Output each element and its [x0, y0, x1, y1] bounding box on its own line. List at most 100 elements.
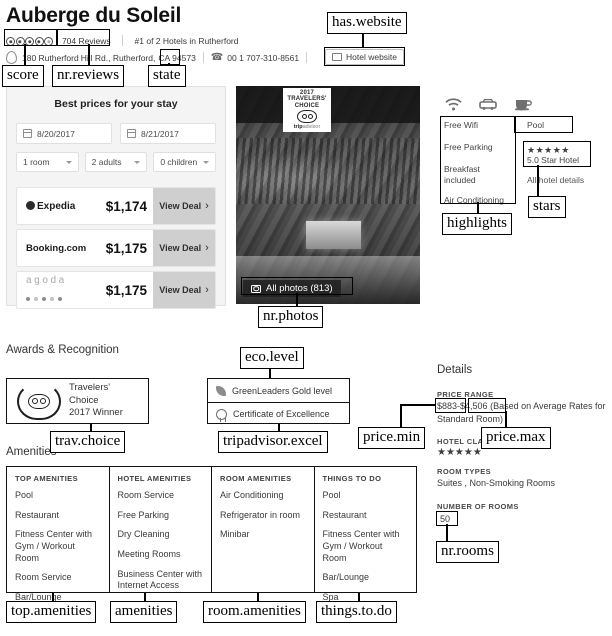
hotel-photo[interactable]: 2017 TRAVELERS' CHOICE tripadvisor All p… [236, 86, 420, 304]
award-line2: 2017 Winner [69, 407, 123, 419]
column-header: ROOM AMENITIES [220, 474, 292, 483]
tripadvisor-wordmark: tripadvisor [294, 124, 321, 130]
amenity-item: Pool [15, 490, 34, 500]
chevron-down-icon [65, 160, 72, 164]
annotation-eco-level: eco.level [240, 347, 304, 369]
rooms-select[interactable]: 1 room [16, 152, 79, 172]
divider [306, 52, 308, 63]
award-text: Travelers' Choice 2017 Winner [69, 382, 138, 420]
phone-icon: ☎ [210, 52, 224, 63]
amenity-item: Pool [322, 490, 341, 500]
expedia-logo: Expedia [26, 200, 75, 212]
highlight-box-score [4, 29, 58, 46]
greenleaders-row[interactable]: GreenLeaders Gold level [208, 379, 349, 402]
deal-price: $1,174 [105, 198, 147, 214]
photo-building [305, 221, 362, 250]
column-header: HOTEL AMENITIES [117, 474, 192, 483]
date-fields: 8/20/2017 8/21/2017 [7, 123, 225, 144]
deal-row-agoda[interactable]: agoda $1,175 View Deal › [16, 271, 216, 309]
adults-select[interactable]: 2 adults [84, 152, 148, 172]
amenities-column-things: THINGS TO DO Pool Restaurant Fitness Cen… [313, 467, 417, 602]
leaf-icon [216, 385, 226, 396]
badge-line2: CHOICE [294, 102, 320, 109]
chevron-right-icon: › [205, 241, 209, 254]
highlight-box-reviews [56, 29, 110, 46]
award-line1: Travelers' Choice [69, 381, 111, 406]
amenity-item: Free Parking [117, 509, 170, 520]
amenities-column-hotel: HOTEL AMENITIES Room Service Free Parkin… [108, 467, 212, 592]
wifi-icon [445, 97, 462, 110]
amenities-section-title: Amenities [6, 446, 57, 458]
map-pin-icon [6, 51, 17, 64]
highlight-box-pool [514, 116, 573, 133]
leader-line [24, 44, 26, 65]
amenities-column-top: TOP AMENITIES Pool Restaurant Fitness Ce… [7, 467, 109, 602]
parking-car-icon [479, 98, 497, 110]
deal-brand: Expedia [17, 188, 106, 224]
travelers-choice-award: Travelers' Choice 2017 Winner [6, 378, 149, 424]
phone-number: 00 1 707-310-8561 [227, 52, 300, 63]
highlight-box-website [324, 47, 405, 66]
highlight-box-photos [241, 277, 353, 295]
leader-line [400, 404, 435, 406]
expedia-mark-icon [26, 200, 35, 210]
laurel-wreath-icon [17, 382, 61, 420]
amenity-item: Restaurant [15, 509, 60, 520]
travelers-choice-badge: 2017 TRAVELERS' CHOICE tripadvisor [283, 88, 331, 132]
deal-price: $1,175 [105, 240, 147, 256]
amenity-item: Room Service [117, 490, 175, 500]
annotation-top-amenities: top.amenities [6, 601, 97, 623]
children-select[interactable]: 0 children [153, 152, 217, 172]
calendar-icon [126, 129, 137, 138]
awards-section-title: Awards & Recognition [6, 344, 119, 356]
deal-row-expedia[interactable]: Expedia $1,174 View Deal › [16, 187, 216, 225]
divider [202, 52, 204, 63]
amenity-item: Room Service [15, 572, 72, 583]
checkout-date-input[interactable]: 8/21/2017 [120, 123, 216, 144]
address-street: 180 Rutherford [22, 52, 79, 63]
leader-line [296, 293, 298, 307]
hotel-rank: #1 of 2 Hotels in Rutherford [134, 36, 239, 46]
certificate-ribbon-icon [216, 408, 227, 422]
amenity-item: Fitness Center with Gym / Workout Room [15, 529, 93, 563]
deal-row-booking[interactable]: Booking.com $1,175 View Deal › [16, 229, 216, 267]
checkin-value: 8/20/2017 [37, 128, 75, 139]
deal-brand: agoda [17, 272, 106, 308]
leader-line [537, 165, 539, 196]
details-section-title: Details [437, 364, 473, 376]
agoda-logo: agoda [26, 274, 67, 286]
view-deal-button[interactable]: View Deal › [153, 272, 215, 308]
annotation-price-max: price.max [481, 427, 551, 449]
adults-value: 2 adults [91, 157, 122, 167]
amenity-item: Bar/Lounge [322, 572, 370, 583]
checkin-date-input[interactable]: 8/20/2017 [16, 123, 112, 144]
amenities-column-room: ROOM AMENITIES Air Conditioning Refriger… [211, 467, 314, 592]
chevron-down-icon [203, 160, 210, 164]
annotation-has-website: has.website [327, 12, 407, 34]
view-deal-button[interactable]: View Deal › [153, 230, 215, 266]
certificate-row[interactable]: Certificate of Excellence [208, 402, 349, 425]
deal-brand: Booking.com [17, 230, 106, 266]
checkout-value: 8/21/2017 [141, 128, 179, 139]
amenity-item: Dry Cleaning [117, 529, 170, 540]
amenity-item: Restaurant [322, 509, 367, 520]
rooms-value: 1 room [23, 157, 50, 167]
hotel-class-stars: ★★★★★ [437, 447, 482, 458]
brand-suffix: advisor [302, 123, 321, 130]
calendar-icon [22, 129, 33, 138]
amenity-icons [445, 97, 532, 111]
annotation-nr-reviews: nr.reviews [52, 65, 125, 87]
view-deal-button[interactable]: View Deal › [153, 188, 215, 224]
eco-awards-box: GreenLeaders Gold level Certificate of E… [207, 378, 350, 424]
amenities-table: TOP AMENITIES Pool Restaurant Fitness Ce… [6, 466, 417, 602]
breakfast-cup-icon [515, 100, 532, 111]
greenleaders-label: GreenLeaders Gold level [232, 385, 333, 396]
leader-line [88, 44, 90, 65]
certificate-label: Certificate of Excellence [233, 409, 330, 419]
highlight-box-nr-rooms [436, 511, 458, 526]
brand-prefix: trip [293, 123, 303, 130]
all-hotel-details-link[interactable]: All hotel details [527, 175, 584, 185]
address-rest: Hill Rd., Rutherford, [80, 52, 156, 63]
annotation-room-amenities: room.amenities [203, 601, 306, 623]
leader-line [446, 524, 448, 541]
